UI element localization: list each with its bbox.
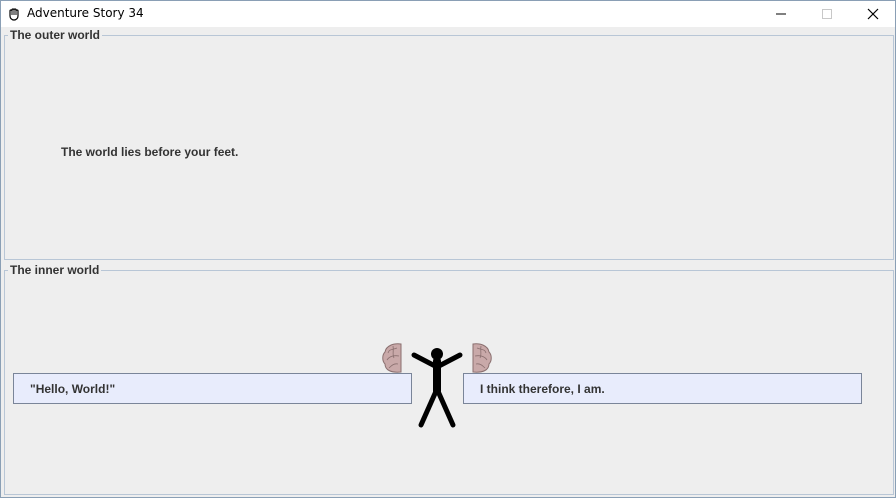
minimize-icon <box>776 13 786 15</box>
title-bar[interactable]: Adventure Story 34 <box>1 1 895 27</box>
stick-figure-icon <box>411 348 463 428</box>
maximize-icon <box>822 9 832 19</box>
brain-left-icon <box>382 343 402 373</box>
hand-icon <box>6 6 22 22</box>
outer-world-legend: The outer world <box>8 28 102 42</box>
maximize-button <box>804 1 850 27</box>
close-button[interactable] <box>850 1 896 27</box>
close-icon <box>867 8 879 20</box>
world-message: The world lies before your feet. <box>61 145 239 159</box>
window-title: Adventure Story 34 <box>27 6 144 20</box>
brain-right-icon <box>472 343 492 373</box>
outer-world-panel: The outer world The world lies before yo… <box>4 28 894 260</box>
speech-field[interactable]: "Hello, World!" <box>13 373 412 404</box>
inner-world-legend: The inner world <box>8 263 102 277</box>
thought-field[interactable]: I think therefore, I am. <box>463 373 862 404</box>
inner-world-panel: The inner world "Hello, World!" I think … <box>4 263 894 495</box>
minimize-button[interactable] <box>758 1 804 27</box>
app-window: Adventure Story 34 The outer world The w… <box>0 0 896 498</box>
